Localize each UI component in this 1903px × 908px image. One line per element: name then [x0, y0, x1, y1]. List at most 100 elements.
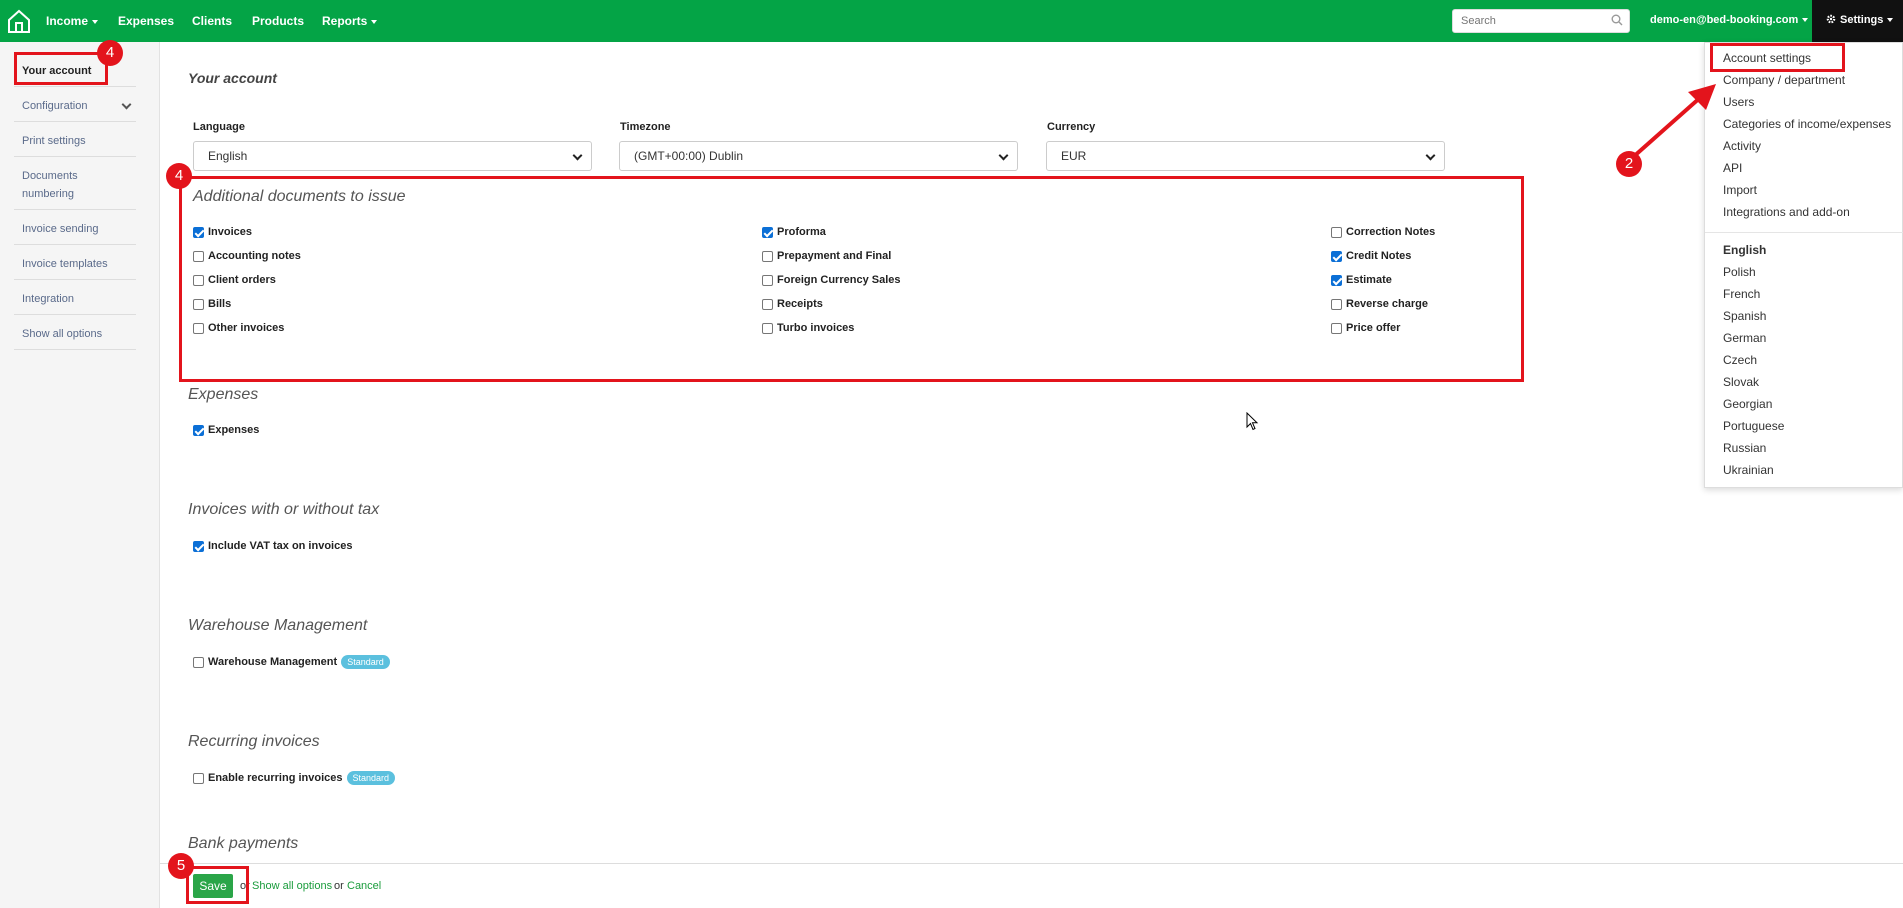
- checkbox-label: Invoices: [208, 226, 253, 238]
- language-option-ukrainian[interactable]: Ukrainian: [1723, 463, 1774, 477]
- form-footer: Save or Show all options or Cancel: [160, 863, 1903, 908]
- menu-item-company-department[interactable]: Company / department: [1723, 73, 1845, 87]
- settings-menu[interactable]: Settings: [1812, 0, 1903, 42]
- checkbox[interactable]: [762, 322, 773, 334]
- chevron-down-icon: [121, 99, 132, 110]
- checkbox[interactable]: [193, 274, 204, 286]
- checkbox[interactable]: [193, 322, 204, 334]
- menu-item-account-settings[interactable]: Account settings: [1723, 51, 1811, 65]
- checkbox[interactable]: [193, 250, 204, 262]
- checkbox-label: Accounting notes: [208, 250, 301, 262]
- warehouse-checkbox[interactable]: Warehouse Management Standard: [193, 655, 390, 669]
- checkbox[interactable]: [762, 274, 773, 286]
- menu-item-categories[interactable]: Categories of income/expenses: [1723, 117, 1891, 131]
- menu-item-import[interactable]: Import: [1723, 183, 1757, 197]
- checkbox[interactable]: [193, 424, 204, 436]
- language-label: Language: [193, 121, 245, 133]
- language-option-polish[interactable]: Polish: [1723, 265, 1756, 279]
- language-option-portuguese[interactable]: Portuguese: [1723, 419, 1784, 433]
- language-option-spanish[interactable]: Spanish: [1723, 309, 1766, 323]
- language-option-slovak[interactable]: Slovak: [1723, 375, 1759, 389]
- checkbox-label: Enable recurring invoices: [208, 772, 343, 784]
- checkbox[interactable]: [193, 298, 204, 310]
- checkbox[interactable]: [193, 540, 204, 552]
- checkbox[interactable]: [762, 250, 773, 262]
- checkbox[interactable]: [1331, 298, 1342, 310]
- checkbox[interactable]: [193, 656, 204, 668]
- checkbox-label: Price offer: [1346, 322, 1401, 334]
- home-icon[interactable]: [6, 8, 32, 34]
- doc-checkbox-invoices[interactable]: Invoices: [193, 226, 252, 238]
- include-vat-checkbox[interactable]: Include VAT tax on invoices: [193, 540, 352, 552]
- caret-down-icon: [92, 19, 99, 24]
- sidebar-item-integration[interactable]: Integration: [14, 284, 136, 315]
- language-option-french[interactable]: French: [1723, 287, 1760, 301]
- menu-item-integrations[interactable]: Integrations and add-on: [1723, 205, 1850, 219]
- doc-checkbox-reverse-charge[interactable]: Reverse charge: [1331, 298, 1428, 310]
- nav-expenses[interactable]: Expenses: [118, 14, 174, 28]
- doc-checkbox-credit-notes[interactable]: Credit Notes: [1331, 250, 1411, 262]
- annotation-arrow: [1630, 84, 1716, 160]
- checkbox[interactable]: [1331, 226, 1342, 238]
- checkbox[interactable]: [1331, 322, 1342, 334]
- language-option-georgian[interactable]: Georgian: [1723, 397, 1772, 411]
- checkbox-label: Client orders: [208, 274, 276, 286]
- search-input[interactable]: [1453, 10, 1593, 32]
- expenses-title: Expenses: [188, 386, 259, 403]
- sidebar-item-documents-numbering[interactable]: Documents numbering: [14, 161, 136, 210]
- bank-payments-title: Bank payments: [188, 835, 299, 852]
- doc-checkbox-bills[interactable]: Bills: [193, 298, 231, 310]
- sidebar-item-show-all-options[interactable]: Show all options: [14, 319, 136, 350]
- caret-down-icon: [371, 19, 378, 24]
- search-icon[interactable]: [1611, 14, 1623, 26]
- sidebar-item-invoice-sending[interactable]: Invoice sending: [14, 214, 136, 245]
- checkbox-label: Prepayment and Final: [777, 250, 892, 262]
- doc-checkbox-prepayment-and-final[interactable]: Prepayment and Final: [762, 250, 891, 262]
- cancel-link[interactable]: Cancel: [347, 880, 381, 892]
- checkbox[interactable]: [1331, 274, 1342, 286]
- top-navbar: Income Expenses Clients Products Reports…: [0, 0, 1903, 42]
- page-title: Your account: [188, 70, 277, 86]
- language-select[interactable]: English: [193, 141, 592, 171]
- checkbox-label: Credit Notes: [1346, 250, 1412, 262]
- sidebar-item-print-settings[interactable]: Print settings: [14, 126, 136, 157]
- sidebar-item-invoice-templates[interactable]: Invoice templates: [14, 249, 136, 280]
- nav-income[interactable]: Income: [46, 14, 99, 28]
- doc-checkbox-price-offer[interactable]: Price offer: [1331, 322, 1400, 334]
- checkbox[interactable]: [193, 226, 204, 238]
- doc-checkbox-proforma[interactable]: Proforma: [762, 226, 826, 238]
- expenses-checkbox[interactable]: Expenses: [193, 424, 259, 436]
- nav-clients[interactable]: Clients: [192, 14, 232, 28]
- checkbox[interactable]: [762, 298, 773, 310]
- currency-select[interactable]: EUR: [1046, 141, 1445, 171]
- language-option-russian[interactable]: Russian: [1723, 441, 1766, 455]
- checkbox-label: Bills: [208, 298, 232, 310]
- nav-products[interactable]: Products: [252, 14, 304, 28]
- checkbox[interactable]: [762, 226, 773, 238]
- language-option-german[interactable]: German: [1723, 331, 1766, 345]
- annotation-number-5: 5: [168, 853, 194, 879]
- doc-checkbox-estimate[interactable]: Estimate: [1331, 274, 1392, 286]
- recurring-checkbox[interactable]: Enable recurring invoices Standard: [193, 771, 396, 785]
- save-button[interactable]: Save: [193, 874, 233, 898]
- settings-dropdown: Account settings Company / department Us…: [1704, 42, 1903, 488]
- doc-checkbox-correction-notes[interactable]: Correction Notes: [1331, 226, 1435, 238]
- language-option-czech[interactable]: Czech: [1723, 353, 1757, 367]
- doc-checkbox-foreign-currency-sales[interactable]: Foreign Currency Sales: [762, 274, 901, 286]
- sidebar-item-configuration[interactable]: Configuration: [14, 91, 136, 122]
- checkbox[interactable]: [1331, 250, 1342, 262]
- checkbox-label: Other invoices: [208, 322, 285, 334]
- doc-checkbox-receipts[interactable]: Receipts: [762, 298, 823, 310]
- show-all-options-link[interactable]: Show all options: [252, 880, 332, 892]
- doc-checkbox-accounting-notes[interactable]: Accounting notes: [193, 250, 301, 262]
- caret-down-icon: [1887, 18, 1894, 23]
- doc-checkbox-other-invoices[interactable]: Other invoices: [193, 322, 284, 334]
- nav-reports[interactable]: Reports: [322, 14, 378, 28]
- checkbox[interactable]: [193, 772, 204, 784]
- language-option-english[interactable]: English: [1723, 243, 1766, 257]
- doc-checkbox-client-orders[interactable]: Client orders: [193, 274, 276, 286]
- doc-checkbox-turbo-invoices[interactable]: Turbo invoices: [762, 322, 854, 334]
- checkbox-label: Estimate: [1346, 274, 1392, 286]
- timezone-select[interactable]: (GMT+00:00) Dublin: [619, 141, 1018, 171]
- user-menu[interactable]: demo-en@bed-booking.com: [1650, 14, 1809, 26]
